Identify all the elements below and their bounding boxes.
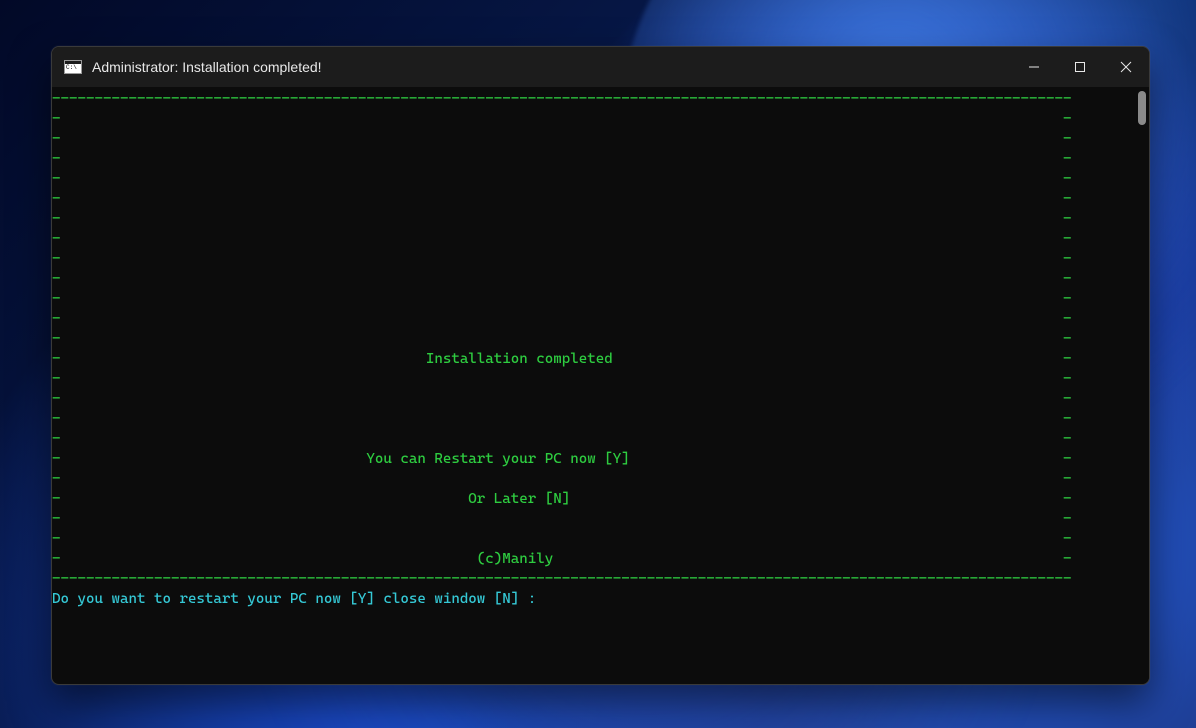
scrollbar-thumb[interactable] (1138, 91, 1146, 125)
scrollbar[interactable] (1135, 87, 1149, 684)
box-side: - - (52, 331, 1072, 347)
box-side: - - (52, 131, 1072, 147)
box-side: - - (52, 251, 1072, 267)
window-title: Administrator: Installation completed! (92, 59, 322, 75)
console-output[interactable]: ----------------------------------------… (52, 87, 1135, 684)
later-line: - Or Later [N] - (52, 491, 1072, 507)
box-side: - - (52, 291, 1072, 307)
box-top: ----------------------------------------… (52, 91, 1072, 107)
box-side: - - (52, 171, 1072, 187)
box-side: - - (52, 391, 1072, 407)
console-area: ----------------------------------------… (52, 87, 1149, 684)
minimize-button[interactable] (1011, 47, 1057, 87)
titlebar[interactable]: Administrator: Installation completed! (52, 47, 1149, 87)
cmd-icon (64, 60, 82, 74)
restart-line: - You can Restart your PC now [Y] - (52, 451, 1072, 467)
box-side: - - (52, 531, 1072, 547)
close-icon (1120, 61, 1132, 73)
box-side: - - (52, 231, 1072, 247)
maximize-button[interactable] (1057, 47, 1103, 87)
box-side: - - (52, 271, 1072, 287)
box-side: - - (52, 211, 1072, 227)
box-side: - - (52, 151, 1072, 167)
close-button[interactable] (1103, 47, 1149, 87)
titlebar-left: Administrator: Installation completed! (52, 59, 1011, 75)
terminal-window: Administrator: Installation completed! -… (51, 46, 1150, 685)
box-side: - - (52, 511, 1072, 527)
window-controls (1011, 47, 1149, 87)
box-side: - - (52, 431, 1072, 447)
minimize-icon (1028, 61, 1040, 73)
prompt-line: Do you want to restart your PC now [Y] c… (52, 591, 536, 607)
box-bottom: ----------------------------------------… (52, 571, 1072, 587)
box-side: - - (52, 471, 1072, 487)
box-side: - - (52, 311, 1072, 327)
box-side: - - (52, 111, 1072, 127)
maximize-icon (1074, 61, 1086, 73)
box-side: - - (52, 191, 1072, 207)
box-side: - - (52, 371, 1072, 387)
credit-line: - (c)Manily - (52, 551, 1072, 567)
box-side: - - (52, 411, 1072, 427)
status-line: - Installation completed - (52, 351, 1072, 367)
